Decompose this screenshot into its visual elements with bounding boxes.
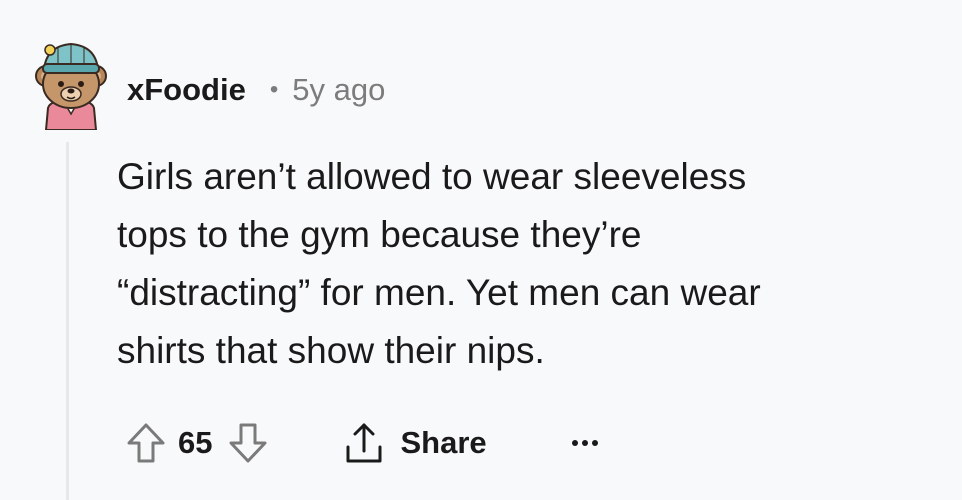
comment-body-line: “distracting” for men. Yet men can wear [117, 272, 761, 313]
meta-separator: • [269, 76, 279, 103]
share-icon [346, 423, 382, 463]
more-options-button[interactable] [571, 438, 599, 448]
more-dots-icon [571, 440, 598, 446]
thread-line[interactable] [66, 142, 69, 500]
share-button[interactable]: Share [342, 421, 487, 465]
downvote-button[interactable] [228, 421, 268, 465]
comment-body: Girls aren’t allowed to wear sleeveless … [117, 148, 907, 380]
comment-body-line: shirts that show their nips. [117, 330, 545, 371]
arrow-down-icon [229, 423, 267, 463]
comment-header: xFoodie • 5y ago [127, 68, 385, 112]
comment-body-line: tops to the gym because they’re [117, 214, 642, 255]
share-label: Share [400, 425, 487, 460]
vote-count: 65 [178, 425, 213, 460]
comment-actions: 65 Share [126, 417, 599, 469]
avatar[interactable] [28, 34, 114, 131]
comment-body-line: Girls aren’t allowed to wear sleeveless [117, 156, 747, 197]
bear-avatar-icon [35, 42, 107, 131]
arrow-up-icon [127, 423, 165, 463]
timestamp[interactable]: 5y ago [292, 72, 385, 108]
username[interactable]: xFoodie [127, 72, 246, 108]
upvote-button[interactable] [126, 421, 166, 465]
